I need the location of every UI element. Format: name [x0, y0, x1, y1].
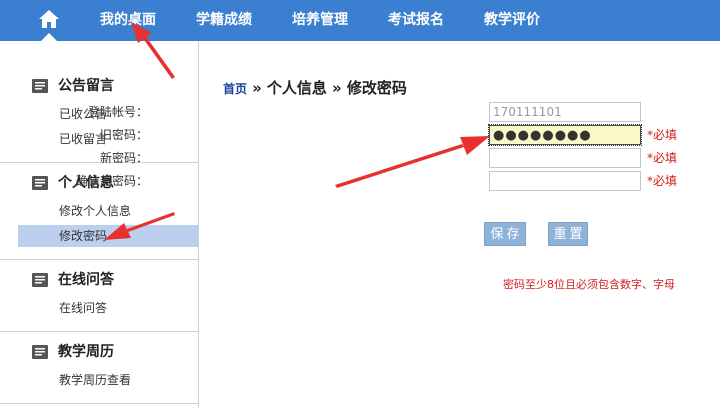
nav-teaching-evaluation[interactable]: 教学评价 — [484, 0, 540, 41]
reset-button[interactable]: 重置 — [548, 222, 588, 246]
top-nav-bar: 我的桌面 学籍成绩 培养管理 考试报名 教学评价 — [0, 0, 720, 41]
required-mark: *必填 — [647, 128, 678, 142]
sidebar-item-view-calendar[interactable]: 教学周历查看 — [18, 369, 198, 391]
sidebar-divider — [0, 403, 198, 404]
arrow-to-old-password — [335, 136, 490, 188]
sidebar-item-online-qa[interactable]: 在线问答 — [18, 297, 198, 319]
sidebar-section-title: 公告留言 — [58, 78, 114, 94]
required-mark: *必填 — [647, 174, 678, 188]
new-password-field[interactable] — [489, 148, 641, 168]
home-button[interactable] — [0, 0, 100, 41]
notebook-icon — [32, 79, 48, 93]
new-password-label: 新密码： — [99, 151, 148, 165]
breadcrumb-personal-info: 个人信息 — [266, 79, 327, 97]
old-password-label: 旧密码： — [99, 128, 148, 142]
account-label: 登陆帐号： — [87, 105, 148, 119]
nav-student-records[interactable]: 学籍成绩 — [196, 0, 252, 41]
confirm-password-field[interactable] — [489, 171, 641, 191]
sidebar-item-edit-profile[interactable]: 修改个人信息 — [18, 200, 198, 222]
old-password-field[interactable] — [488, 124, 642, 146]
sidebar-divider — [0, 331, 198, 332]
notebook-icon — [32, 345, 48, 359]
required-mark: *必填 — [647, 151, 678, 165]
password-hint: 密码至少8位且必须包含数字、字母 — [503, 278, 675, 291]
account-field[interactable] — [489, 102, 641, 122]
breadcrumb-separator: » — [332, 79, 342, 97]
nav-exam-registration[interactable]: 考试报名 — [388, 0, 444, 41]
breadcrumb-separator: » — [252, 79, 262, 97]
nav-training-management[interactable]: 培养管理 — [292, 0, 348, 41]
sidebar-divider — [0, 259, 198, 260]
nav-my-desktop[interactable]: 我的桌面 — [100, 0, 156, 41]
breadcrumb: 首页 » 个人信息 » 修改密码 — [223, 78, 407, 98]
sidebar: 公告留言 已收公告 已收留言 个人信息 修改个人信息 修改密码 在线问答 在线问… — [0, 41, 199, 408]
confirm-password-label: 确认新密码： — [75, 174, 148, 188]
sidebar-item-change-password[interactable]: 修改密码 — [18, 225, 198, 247]
breadcrumb-current-page: 修改密码 — [346, 79, 407, 97]
save-button[interactable]: 保存 — [484, 222, 526, 246]
home-icon — [39, 10, 59, 28]
active-caret — [41, 33, 57, 41]
sidebar-section-title: 教学周历 — [58, 344, 114, 360]
sidebar-section-title: 在线问答 — [58, 272, 114, 288]
breadcrumb-home-link[interactable]: 首页 — [223, 82, 247, 96]
notebook-icon — [32, 273, 48, 287]
